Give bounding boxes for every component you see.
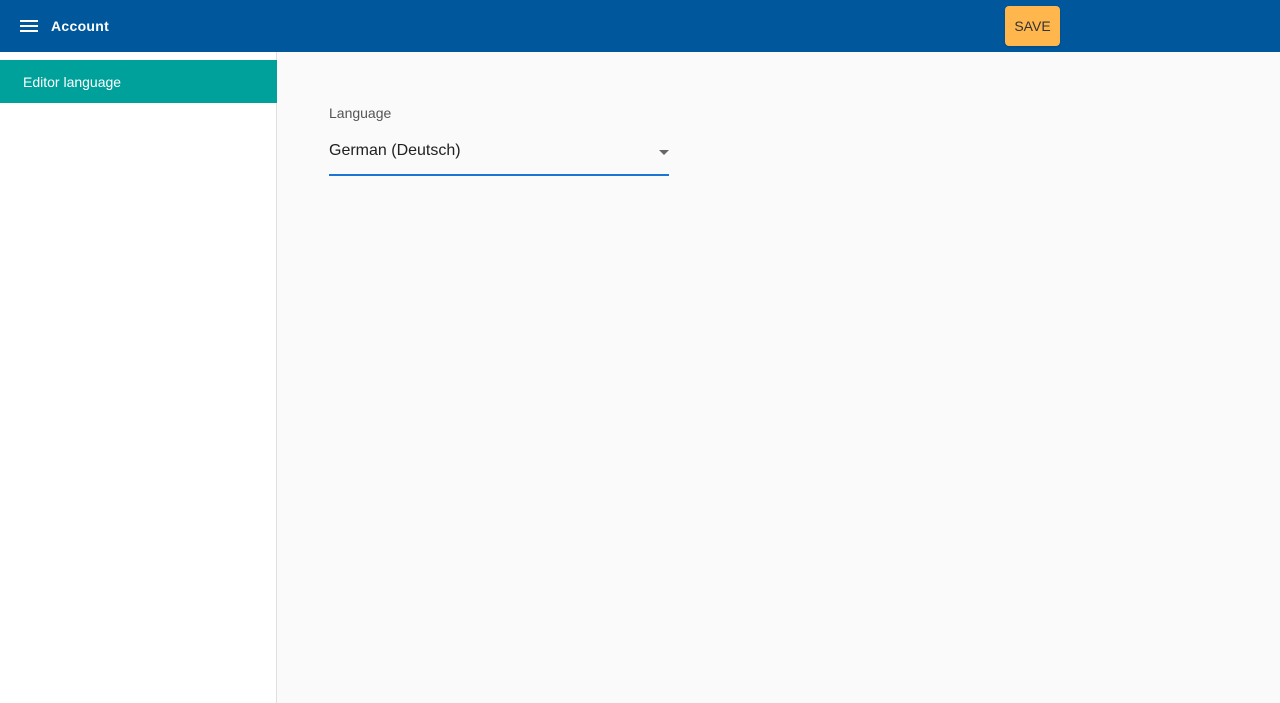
sidebar-item-label: Editor language: [23, 74, 122, 90]
main-content: Language German (Deutsch): [277, 52, 1280, 703]
language-label: Language: [329, 105, 392, 121]
sidebar-item-editor-language[interactable]: Editor language: [0, 60, 277, 103]
page-title: Account: [51, 18, 110, 34]
sidebar: Editor language: [0, 52, 277, 703]
arrow-drop-down-icon[interactable]: [659, 150, 669, 155]
menu-icon[interactable]: [19, 18, 39, 34]
save-button[interactable]: SAVE: [1005, 6, 1060, 46]
language-select[interactable]: German (Deutsch): [329, 138, 669, 176]
language-select-value: German (Deutsch): [329, 142, 461, 159]
top-app-bar: Account SAVE: [0, 0, 1280, 52]
